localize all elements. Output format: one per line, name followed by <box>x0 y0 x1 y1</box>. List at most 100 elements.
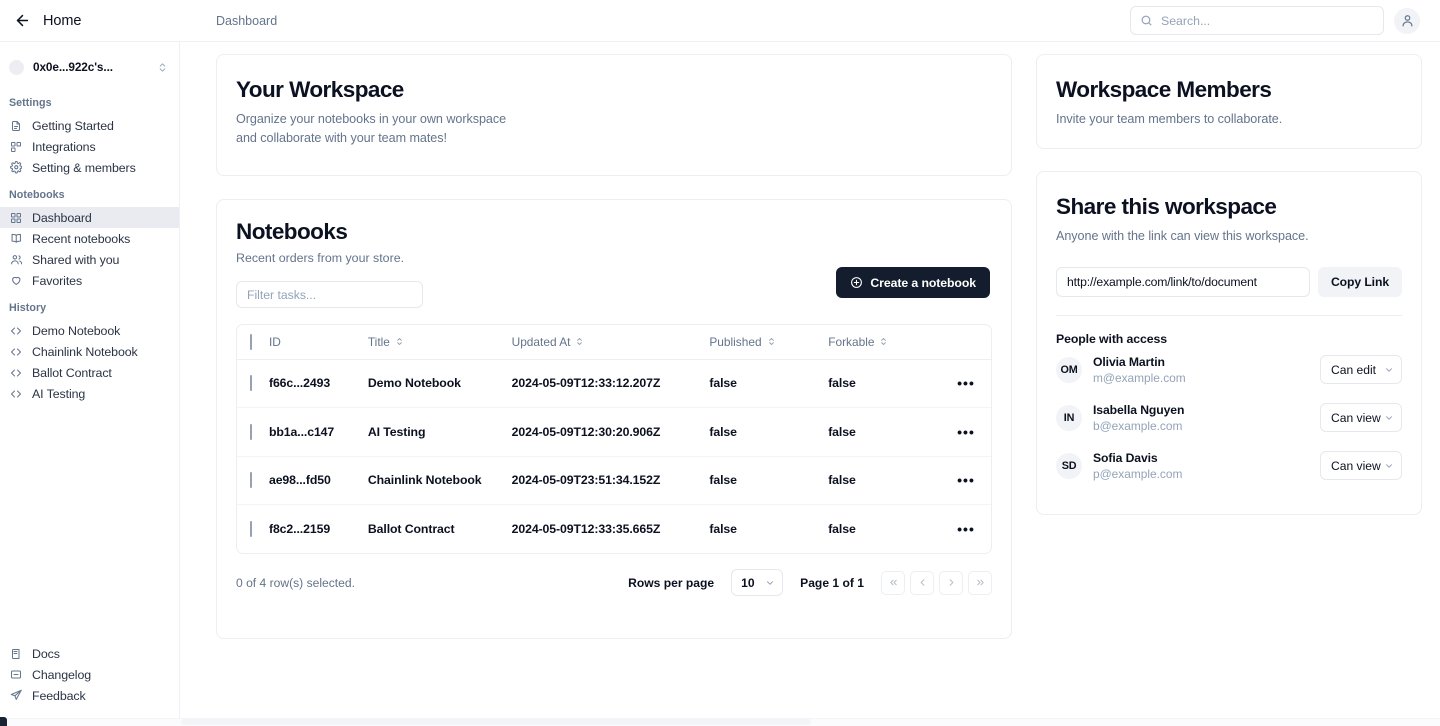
file-text-icon <box>9 119 23 133</box>
row-checkbox[interactable] <box>250 423 252 440</box>
list-item[interactable]: IN Isabella Nguyen b@example.com Can vie… <box>1056 394 1402 442</box>
row-actions-cell[interactable]: ••• <box>947 456 991 505</box>
rows-per-page-select[interactable]: 10 <box>731 569 784 596</box>
sort-icon <box>879 337 888 346</box>
sidebar-item-demo-notebook[interactable]: Demo Notebook <box>0 320 179 341</box>
sidebar-item-getting-started[interactable]: Getting Started <box>0 115 179 136</box>
table-row[interactable]: f66c...2493 Demo Notebook 2024-05-09T12:… <box>237 359 991 408</box>
row-actions-cell[interactable]: ••• <box>947 505 991 554</box>
filter-tasks-input[interactable]: Filter tasks... <box>236 281 423 308</box>
first-page-button[interactable] <box>881 570 905 595</box>
arrow-left-icon[interactable] <box>13 12 31 30</box>
nav-section-history-title: History <box>9 302 47 314</box>
permission-select[interactable]: Can edit <box>1320 355 1402 385</box>
search-input[interactable]: Search... <box>1130 6 1384 35</box>
selection-summary: 0 of 4 row(s) selected. <box>236 575 355 590</box>
header-actions <box>947 325 991 360</box>
select-all-checkbox[interactable] <box>250 333 252 350</box>
nav-section-notebooks-title: Notebooks <box>9 189 65 201</box>
row-checkbox[interactable] <box>250 375 252 392</box>
sort-icon <box>395 337 404 346</box>
sidebar-item-chainlink-notebook[interactable]: Chainlink Notebook <box>0 341 179 362</box>
row-id: f66c...2493 <box>268 359 368 408</box>
sidebar-item-changelog[interactable]: Changelog <box>0 664 179 685</box>
row-forkable: false <box>828 522 856 536</box>
chevron-down-icon <box>1384 413 1394 423</box>
share-card-header: Share this workspace Anyone with the lin… <box>1037 194 1421 297</box>
row-select-cell[interactable] <box>237 359 269 408</box>
row-select-cell[interactable] <box>237 407 269 457</box>
avatar: IN <box>1056 404 1082 431</box>
row-id: f8c2...2159 <box>268 522 331 536</box>
share-link-input[interactable]: http://example.com/link/to/document <box>1056 266 1310 297</box>
copy-link-button[interactable]: Copy Link <box>1317 266 1402 297</box>
code-brackets-icon <box>9 366 23 380</box>
horizontal-scrollbar[interactable] <box>0 718 1440 726</box>
table-row[interactable]: ae98...fd50 Chainlink Notebook 2024-05-0… <box>237 456 991 505</box>
sidebar-item-label: Feedback <box>32 688 86 703</box>
list-item[interactable]: OM Olivia Martin m@example.com Can edit <box>1056 346 1402 394</box>
chevron-up-down-icon <box>157 62 168 73</box>
prev-page-button[interactable] <box>910 570 934 595</box>
avatar: SD <box>1056 452 1082 479</box>
notebooks-title: Notebooks <box>236 219 348 244</box>
row-checkbox[interactable] <box>250 521 252 537</box>
header-select-all[interactable] <box>237 325 269 360</box>
user-avatar-icon[interactable] <box>1394 7 1420 34</box>
sidebar-item-integrations[interactable]: Integrations <box>0 136 179 157</box>
header-id[interactable]: ID <box>268 325 368 360</box>
list-item[interactable]: SD Sofia Davis p@example.com Can view <box>1056 442 1402 490</box>
book-icon <box>9 647 23 661</box>
last-page-button[interactable] <box>968 570 992 595</box>
ellipsis-horizontal-icon[interactable]: ••• <box>947 522 991 536</box>
home-nav-group[interactable]: Home <box>0 12 180 30</box>
permission-select[interactable]: Can view <box>1320 403 1402 433</box>
row-title: Chainlink Notebook <box>367 456 512 505</box>
share-link-row: http://example.com/link/to/document Copy… <box>1056 266 1402 297</box>
row-forkable: false <box>828 359 948 408</box>
row-select-cell[interactable] <box>237 505 269 554</box>
sidebar-item-ballot-contract[interactable]: Ballot Contract <box>0 362 179 383</box>
header-title[interactable]: Title <box>367 325 512 360</box>
header-forkable[interactable]: Forkable <box>828 325 948 360</box>
person-email: p@example.com <box>1093 466 1183 481</box>
create-notebook-button[interactable]: Create a notebook <box>836 267 990 298</box>
row-checkbox[interactable] <box>250 472 252 489</box>
sidebar-item-recent-notebooks[interactable]: Recent notebooks <box>0 228 179 249</box>
next-page-button[interactable] <box>939 570 963 595</box>
table-row[interactable]: f8c2...2159 Ballot Contract 2024-05-09T1… <box>237 505 991 554</box>
permission-select[interactable]: Can view <box>1320 451 1402 481</box>
page-buttons <box>881 570 992 595</box>
row-actions-cell[interactable]: ••• <box>947 359 991 408</box>
sidebar-item-favorites[interactable]: Favorites <box>0 270 179 291</box>
breadcrumb: Dashboard <box>216 13 278 28</box>
avatar: OM <box>1056 356 1082 383</box>
ellipsis-horizontal-icon[interactable]: ••• <box>947 473 991 487</box>
scrollbar-thumb[interactable] <box>181 719 811 725</box>
row-actions-cell[interactable]: ••• <box>947 407 991 457</box>
row-select-cell[interactable] <box>237 456 269 505</box>
sidebar-item-feedback[interactable]: Feedback <box>0 685 179 706</box>
sidebar-item-dashboard[interactable]: Dashboard <box>0 207 179 228</box>
sidebar-item-label: Ballot Contract <box>32 365 112 380</box>
header-published-label: Published <box>709 334 762 349</box>
workspace-switcher[interactable]: 0x0e...922c's... <box>0 48 179 86</box>
table-head: ID Title Updated At Published Forkable <box>237 325 991 360</box>
rows-per-page-label: Rows per page <box>628 575 715 590</box>
header-updated-at[interactable]: Updated At <box>511 325 710 360</box>
sidebar-item-shared-with-you[interactable]: Shared with you <box>0 249 179 270</box>
sidebar-item-label: Chainlink Notebook <box>32 344 138 359</box>
ellipsis-horizontal-icon[interactable]: ••• <box>947 376 991 390</box>
row-published: false <box>709 456 829 505</box>
table-row[interactable]: bb1a...c147 AI Testing 2024-05-09T12:30:… <box>237 407 991 457</box>
sidebar-item-setting-members[interactable]: Setting & members <box>0 157 179 178</box>
header-published[interactable]: Published <box>709 325 829 360</box>
sidebar-item-ai-testing[interactable]: AI Testing <box>0 383 179 404</box>
home-label: Home <box>43 12 82 29</box>
workspace-name: 0x0e...922c's... <box>33 60 113 74</box>
share-workspace-card: Share this workspace Anyone with the lin… <box>1036 171 1422 515</box>
ellipsis-horizontal-icon[interactable]: ••• <box>947 425 991 439</box>
share-link-value: http://example.com/link/to/document <box>1067 274 1257 289</box>
sidebar-item-docs[interactable]: Docs <box>0 643 179 664</box>
row-published: false <box>709 359 829 408</box>
